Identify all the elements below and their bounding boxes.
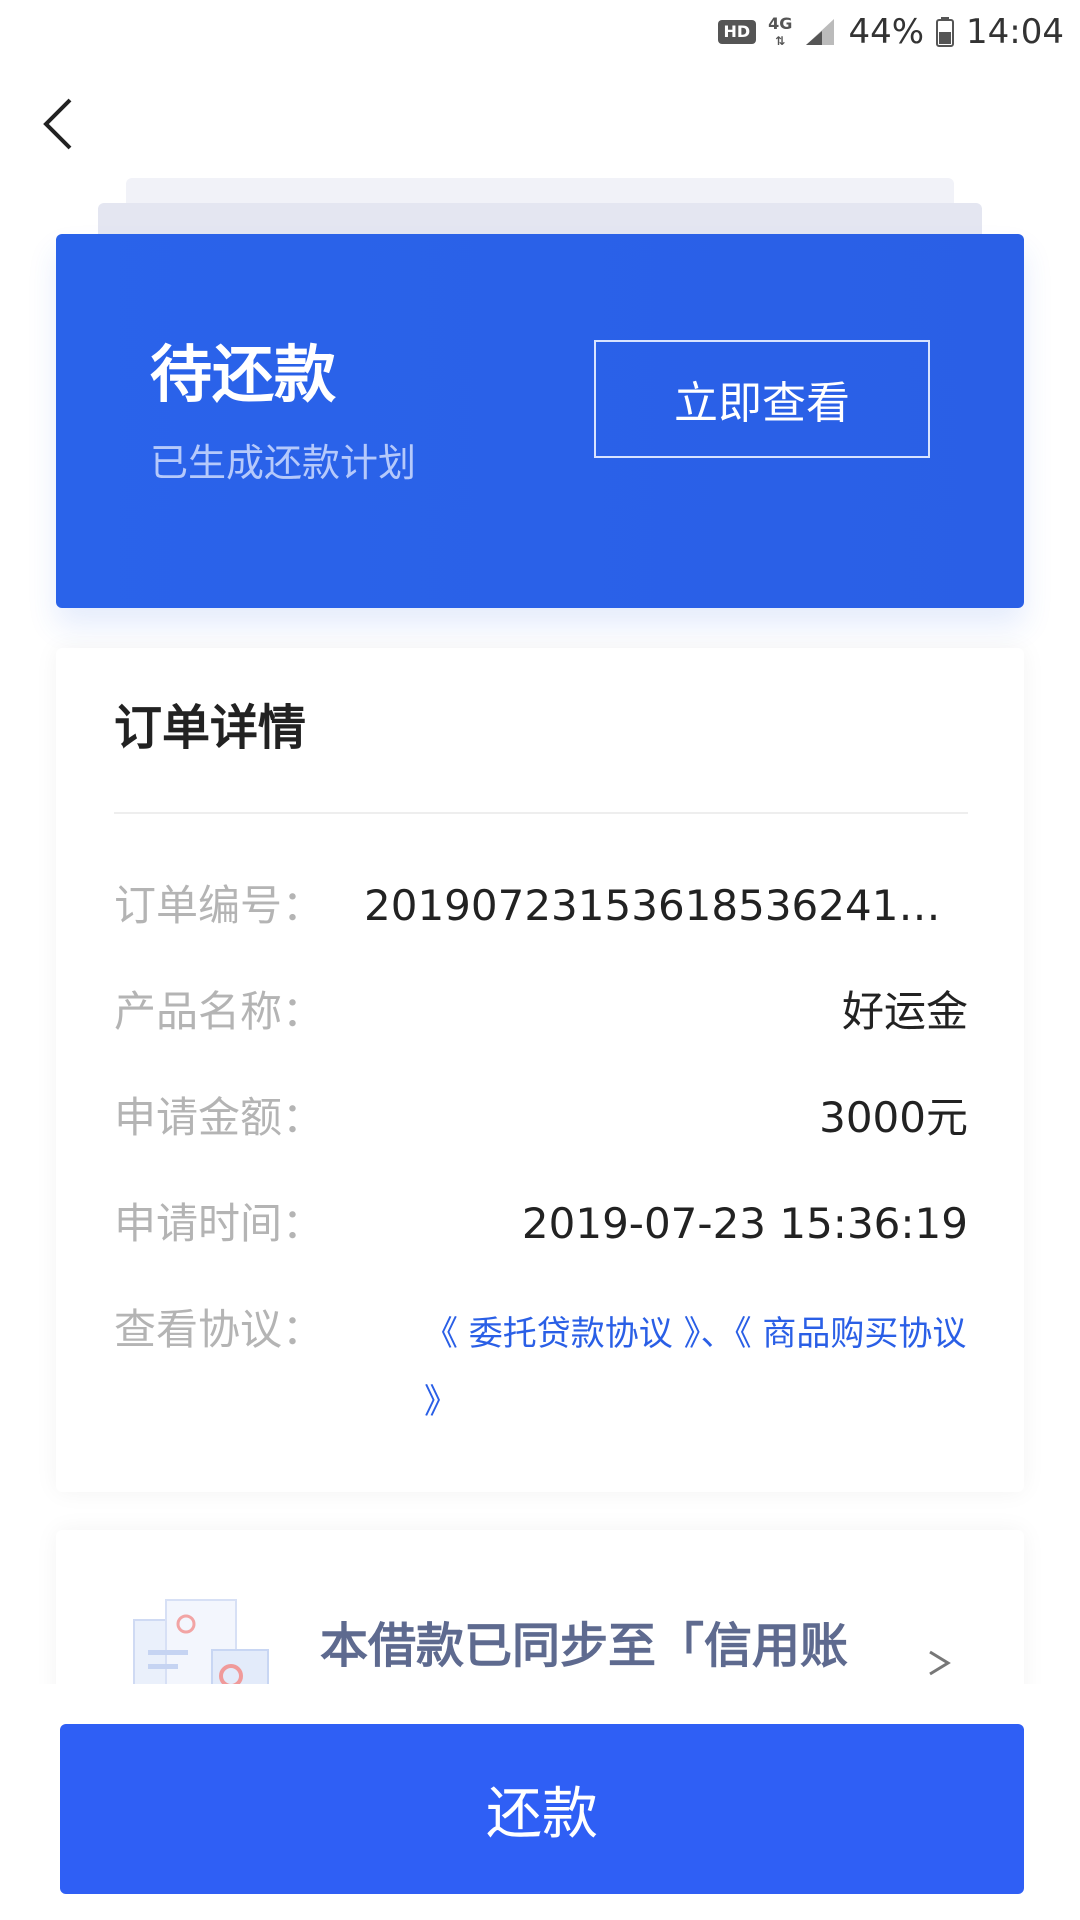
apply-time-label: 申请时间： (114, 1199, 325, 1248)
status-icons: HD 4G ⇅ 44% 14:04 (717, 12, 1064, 52)
agreement-separator: 、 (700, 1314, 735, 1354)
apply-time-row: 申请时间： 2019-07-23 15:36:19 (114, 1194, 968, 1254)
view-now-button[interactable]: 立即查看 (594, 340, 930, 458)
product-name-row: 产品名称： 好运金 (114, 982, 968, 1042)
data-arrows-icon: ⇅ (775, 33, 786, 48)
order-details-title: 订单详情 (114, 700, 307, 756)
status-title: 待还款 (150, 338, 337, 411)
network-type: 4G ⇅ (768, 13, 793, 49)
agreements-label: 查看协议： (114, 1305, 325, 1354)
order-details-card: 订单详情 订单编号： 2019072315361853624111 产品名称： … (56, 648, 1024, 1492)
product-name-value: 好运金 (841, 987, 968, 1036)
repayment-status-banner: 待还款 已生成还款计划 立即查看 (56, 234, 1024, 608)
apply-time-value: 2019-07-23 15:36:19 (521, 1199, 968, 1248)
product-name-label: 产品名称： (114, 987, 325, 1036)
battery-icon (936, 17, 955, 47)
network-label: 4G (768, 13, 793, 33)
signal-icon (806, 19, 835, 45)
chevron-right-icon (929, 1650, 951, 1676)
chevron-left-icon (43, 98, 72, 150)
apply-amount-row: 申请金额： 3000元 (114, 1088, 968, 1148)
divider (114, 812, 968, 814)
apply-amount-value: 3000元 (819, 1093, 968, 1142)
order-number-row: 订单编号： 2019072315361853624111 (114, 876, 968, 936)
hd-badge: HD (717, 20, 757, 44)
repay-button[interactable]: 还款 (60, 1724, 1024, 1894)
agreements-row: 查看协议： 《 委托贷款协议 》、《 商品购买协议 》 (114, 1300, 968, 1440)
apply-amount-label: 申请金额： (114, 1093, 325, 1142)
clock: 14:04 (966, 12, 1064, 52)
back-button[interactable] (36, 94, 84, 154)
order-number-value: 2019072315361853624111 (364, 881, 948, 930)
status-bar: HD 4G ⇅ 44% 14:04 (0, 0, 1080, 66)
battery-percent: 44% (848, 12, 925, 52)
status-subtitle: 已生成还款计划 (150, 441, 417, 485)
order-number-label: 订单编号： (114, 881, 325, 930)
agreements-links: 《 委托贷款协议 》、《 商品购买协议 》 (424, 1300, 984, 1436)
credit-sync-text: 本借款已同步至「信用账 (320, 1618, 849, 1674)
loan-agreement-link[interactable]: 《 委托贷款协议 》 (424, 1314, 701, 1354)
